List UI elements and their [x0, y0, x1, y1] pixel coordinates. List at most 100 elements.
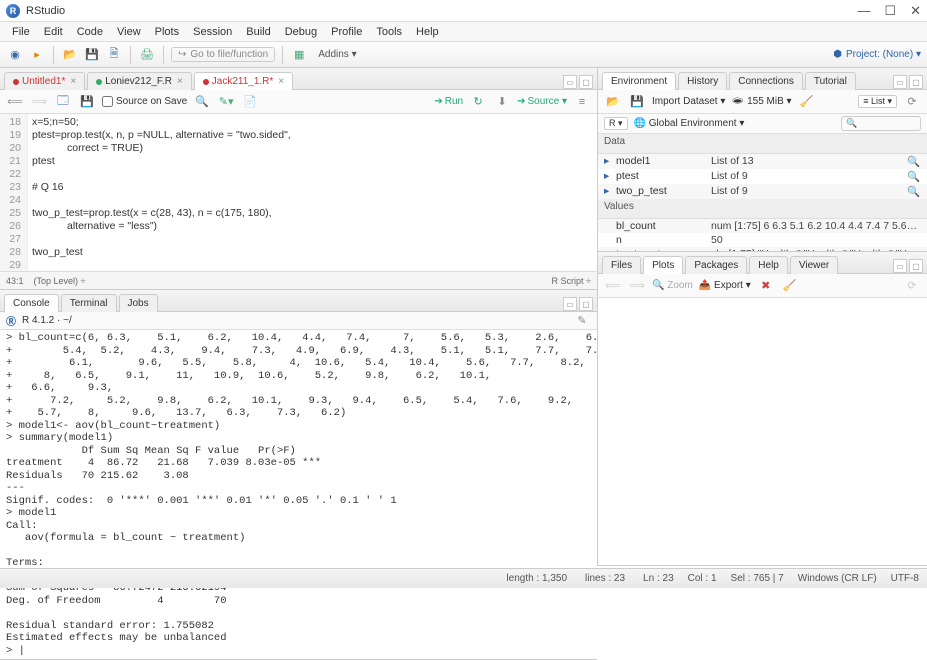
- env-row[interactable]: ▸model1List of 13🔍: [598, 154, 927, 169]
- expand-icon[interactable]: ▸: [604, 170, 616, 183]
- tab-viewer[interactable]: Viewer: [790, 256, 838, 274]
- env-search-input[interactable]: 🔍: [841, 116, 921, 131]
- inspect-icon[interactable]: 🔍: [907, 155, 921, 168]
- load-ws-icon[interactable]: 📂: [604, 93, 622, 111]
- expand-icon[interactable]: ▸: [604, 155, 616, 168]
- pane-maximize-icon[interactable]: ▢: [579, 75, 593, 89]
- tab-help[interactable]: Help: [749, 256, 788, 274]
- console-output[interactable]: > bl_count=c(6, 6.3, 5.1, 6.2, 10.4, 4.4…: [0, 330, 597, 659]
- pane-minimize-icon[interactable]: ▭: [893, 75, 907, 89]
- back-icon[interactable]: ⟸: [6, 93, 24, 111]
- tab-loniev[interactable]: Loniev212_F.R×: [87, 72, 192, 90]
- tab-environment[interactable]: Environment: [602, 72, 676, 90]
- menu-view[interactable]: View: [111, 24, 147, 40]
- clear-console-icon[interactable]: ✎: [573, 312, 591, 330]
- pane-minimize-icon[interactable]: ▭: [563, 75, 577, 89]
- code-editor[interactable]: 18 19 20 21 22 23 24 25 26 27 28 29 30 3…: [0, 114, 597, 271]
- find-icon[interactable]: 🔍: [193, 93, 211, 111]
- source-on-save-checkbox[interactable]: Source on Save: [102, 96, 187, 107]
- tab-untitled1[interactable]: Untitled1*×: [4, 72, 85, 90]
- close-button[interactable]: ✕: [910, 3, 921, 19]
- clear-env-icon[interactable]: 🧹: [798, 93, 816, 111]
- pane-maximize-icon[interactable]: ▢: [909, 75, 923, 89]
- pane-maximize-icon[interactable]: ▢: [909, 259, 923, 273]
- print-icon[interactable]: 🖨: [138, 46, 156, 64]
- env-row[interactable]: treatmentchr [1:75] "Healthy" "Healthy" …: [598, 247, 927, 251]
- new-project-icon[interactable]: ▸: [28, 46, 46, 64]
- refresh-plots-icon[interactable]: ⟳: [903, 277, 921, 295]
- grid-icon[interactable]: ▦: [290, 46, 308, 64]
- menu-code[interactable]: Code: [71, 24, 109, 40]
- save-source-icon[interactable]: 💾: [78, 93, 96, 111]
- save-ws-icon[interactable]: 💾: [628, 93, 646, 111]
- inspect-icon[interactable]: 🔍: [907, 185, 921, 198]
- project-dropdown[interactable]: ⬢Project: (None) ▾: [833, 49, 921, 60]
- clear-plots-icon[interactable]: 🧹: [781, 277, 799, 295]
- menu-tools[interactable]: Tools: [370, 24, 408, 40]
- save-all-icon[interactable]: 🗎: [105, 46, 123, 64]
- addins-dropdown[interactable]: Addins ▾: [312, 47, 362, 62]
- scope-dropdown[interactable]: 🌐 Global Environment ▾: [634, 118, 745, 129]
- env-row[interactable]: ▸two_p_testList of 9🔍: [598, 184, 927, 199]
- view-mode-dropdown[interactable]: ≡ List ▾: [858, 95, 897, 108]
- filetype-dropdown[interactable]: R Script ÷: [552, 276, 591, 286]
- inspect-icon[interactable]: 🔍: [907, 170, 921, 183]
- menu-file[interactable]: File: [6, 24, 36, 40]
- source-button[interactable]: ➔ Source ▾: [517, 96, 567, 107]
- expand-icon[interactable]: ▸: [604, 185, 616, 198]
- wand-icon[interactable]: ✎▾: [217, 93, 235, 111]
- pane-maximize-icon[interactable]: ▢: [579, 297, 593, 311]
- show-in-new-icon[interactable]: 🗔: [54, 93, 72, 111]
- console-tabs: Console Terminal Jobs ▭▢: [0, 290, 597, 312]
- tab-plots[interactable]: Plots: [643, 256, 683, 274]
- compile-icon[interactable]: 📄: [241, 93, 259, 111]
- lang-dropdown[interactable]: R ▾: [604, 117, 628, 130]
- tab-jack211[interactable]: Jack211_1.R*×: [194, 72, 293, 90]
- plot-prev-icon[interactable]: ⟸: [604, 277, 622, 295]
- env-row[interactable]: bl_countnum [1:75] 6 6.3 5.1 6.2 10.4 4.…: [598, 219, 927, 233]
- tab-jobs[interactable]: Jobs: [119, 294, 158, 312]
- tab-connections[interactable]: Connections: [729, 72, 803, 90]
- minimize-button[interactable]: —: [857, 3, 870, 19]
- save-icon[interactable]: 💾: [83, 46, 101, 64]
- menu-plots[interactable]: Plots: [149, 24, 185, 40]
- refresh-icon[interactable]: ⟳: [903, 93, 921, 111]
- goto-file-input[interactable]: ↪ Go to file/function: [171, 47, 275, 62]
- go-to-section-icon[interactable]: ⬇: [493, 93, 511, 111]
- pane-minimize-icon[interactable]: ▭: [563, 297, 577, 311]
- menu-session[interactable]: Session: [187, 24, 238, 40]
- tab-files[interactable]: Files: [602, 256, 641, 274]
- rerun-icon[interactable]: ↻: [469, 93, 487, 111]
- menu-edit[interactable]: Edit: [38, 24, 69, 40]
- env-row[interactable]: ▸ptestList of 9🔍: [598, 169, 927, 184]
- scope-dropdown[interactable]: (Top Level) ÷: [34, 276, 86, 286]
- env-row[interactable]: n50: [598, 233, 927, 247]
- close-tab-icon[interactable]: ×: [70, 76, 76, 87]
- tab-console[interactable]: Console: [4, 294, 59, 312]
- tab-history[interactable]: History: [678, 72, 727, 90]
- pane-minimize-icon[interactable]: ▭: [893, 259, 907, 273]
- run-button[interactable]: ➔ Run: [434, 96, 463, 107]
- menu-help[interactable]: Help: [410, 24, 445, 40]
- close-tab-icon[interactable]: ×: [278, 76, 284, 87]
- zoom-button[interactable]: 🔍 Zoom: [652, 280, 693, 291]
- maximize-button[interactable]: ☐: [884, 3, 896, 19]
- tab-packages[interactable]: Packages: [685, 256, 747, 274]
- menu-debug[interactable]: Debug: [279, 24, 323, 40]
- new-file-icon[interactable]: ◉: [6, 46, 24, 64]
- export-dropdown[interactable]: 📤 Export ▾: [699, 280, 751, 291]
- menu-build[interactable]: Build: [240, 24, 276, 40]
- plot-next-icon[interactable]: ⟹: [628, 277, 646, 295]
- open-file-icon[interactable]: 📂: [61, 46, 79, 64]
- outline-icon[interactable]: ≡: [573, 93, 591, 111]
- import-dropdown[interactable]: Import Dataset ▾: [652, 96, 725, 107]
- menu-profile[interactable]: Profile: [325, 24, 368, 40]
- close-tab-icon[interactable]: ×: [177, 76, 183, 87]
- memory-indicator[interactable]: 🕳 155 MiB ▾: [731, 96, 791, 107]
- tab-terminal[interactable]: Terminal: [61, 294, 117, 312]
- code-content[interactable]: x=5;n=50; ptest=prop.test(x, n, p =NULL,…: [28, 114, 597, 271]
- remove-plot-icon[interactable]: ✖: [757, 277, 775, 295]
- tab-tutorial[interactable]: Tutorial: [805, 72, 856, 90]
- forward-icon[interactable]: ⟹: [30, 93, 48, 111]
- mem-label: 155 MiB ▾: [747, 96, 791, 107]
